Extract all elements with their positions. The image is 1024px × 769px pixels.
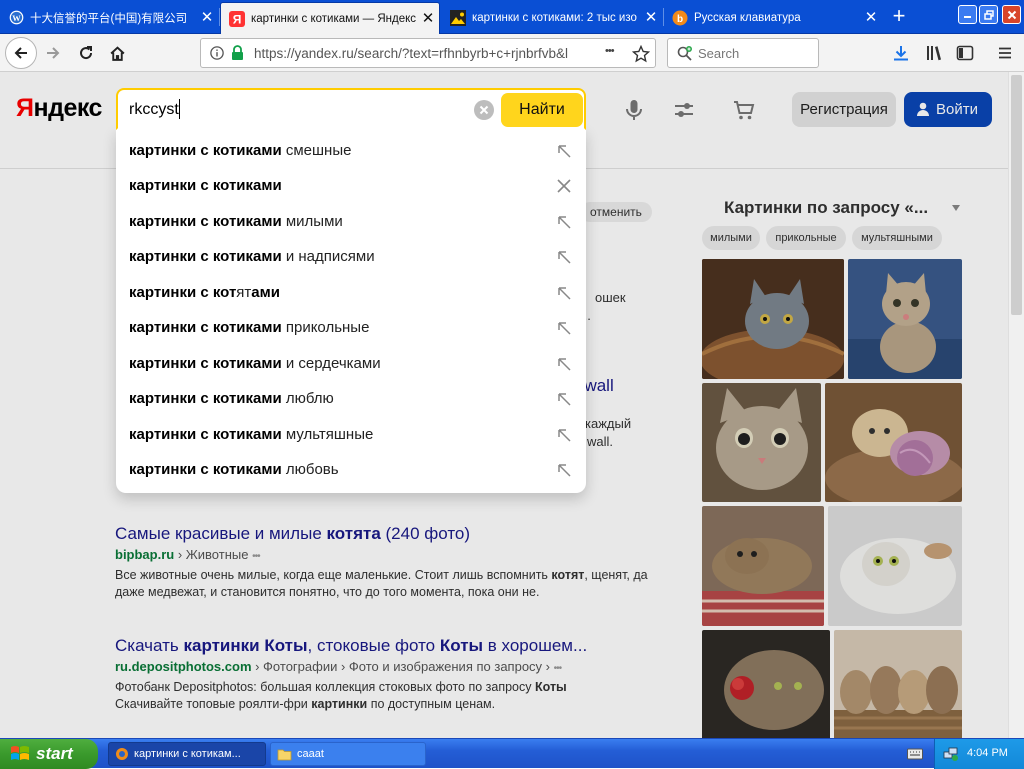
tab-title: 十大信誉的平台(中国)有限公司: [30, 12, 188, 25]
arrow-up-left-icon[interactable]: [556, 285, 572, 301]
start-button[interactable]: start: [0, 739, 98, 769]
home-icon: [109, 45, 125, 61]
tab-title: Русская клавиатура: [694, 11, 801, 24]
taskbar-button-folder[interactable]: caaat: [270, 742, 426, 766]
back-button[interactable]: [5, 37, 37, 69]
close-window-button[interactable]: [1002, 5, 1021, 24]
suggest-item[interactable]: картинки с котиками смешные: [116, 134, 586, 169]
clear-search-icon[interactable]: [474, 100, 494, 120]
arrow-up-left-icon[interactable]: [556, 391, 572, 407]
arrow-up-left-icon[interactable]: [556, 249, 572, 265]
restore-icon: [983, 9, 994, 20]
arrow-up-left-icon[interactable]: [556, 427, 572, 443]
back-arrow-icon: [14, 47, 27, 59]
close-tab-icon[interactable]: ✕: [860, 10, 882, 25]
info-icon[interactable]: [210, 46, 224, 60]
taskbar-button-browser[interactable]: картинки с котикам...: [108, 742, 266, 766]
library-icon[interactable]: [925, 44, 943, 62]
lock-icon[interactable]: [231, 45, 244, 61]
restore-window-button[interactable]: [979, 5, 998, 24]
reload-icon: [80, 46, 93, 60]
search-suggest-dropdown: картинки с котиками смешные картинки с к…: [116, 129, 586, 493]
browser-tab-bar: W 十大信誉的平台(中国)有限公司 ✕ Я картинки с котикам…: [0, 0, 1024, 34]
reload-button[interactable]: [71, 38, 101, 68]
web-page: Яндекс Регистрация Войти отменить ошек .…: [0, 72, 1008, 738]
arrow-up-left-icon[interactable]: [556, 356, 572, 372]
find-button[interactable]: Найти: [501, 93, 583, 127]
search-query-text: rkccyst: [129, 101, 179, 118]
url-text: https://yandex.ru/search/?text=rfhnbyrb+…: [254, 46, 569, 61]
search-input[interactable]: rkccyst Найти: [116, 88, 586, 130]
browser-search-box[interactable]: Search: [667, 38, 819, 68]
suggest-item[interactable]: картинки с котиками и надписями: [116, 240, 586, 275]
tab-yandex-search[interactable]: Я картинки с котиками — Яндекс ✕: [220, 2, 440, 34]
close-tab-icon[interactable]: ✕: [640, 10, 662, 25]
new-tab-button[interactable]: +: [884, 4, 914, 30]
start-label: start: [36, 744, 73, 763]
suggest-item[interactable]: картинки с котиками люблю: [116, 382, 586, 417]
tab-wordpress[interactable]: W 十大信誉的平台(中国)有限公司 ✕: [0, 2, 218, 33]
download-icon[interactable]: [892, 44, 910, 62]
page-actions-icon[interactable]: •••: [605, 45, 615, 57]
arrow-up-left-icon[interactable]: [556, 320, 572, 336]
windows-taskbar: start картинки с котикам... caaat 4:04 P…: [0, 738, 1024, 769]
tab-title: картинки с котиками: 2 тыс изо: [472, 11, 637, 24]
suggest-item[interactable]: картинки с котиками мультяшные: [116, 418, 586, 453]
remove-icon[interactable]: [556, 178, 572, 194]
network-icon[interactable]: [943, 746, 959, 762]
svg-text:Я: Я: [233, 12, 242, 26]
close-tab-icon[interactable]: ✕: [417, 11, 439, 26]
arrow-up-left-icon[interactable]: [556, 462, 572, 478]
search-icon: [677, 46, 692, 61]
suggest-item[interactable]: картинки с котиками любовь: [116, 453, 586, 488]
folder-icon: [277, 749, 292, 760]
system-tray: 4:04 PM: [907, 739, 1024, 769]
search-placeholder: Search: [698, 46, 740, 61]
suggest-item[interactable]: картинки с котиками прикольные: [116, 311, 586, 346]
tab-images[interactable]: картинки с котиками: 2 тыс изо ✕: [442, 2, 662, 33]
minimize-icon: [964, 16, 971, 18]
minimize-window-button[interactable]: [958, 5, 977, 24]
browser-window-icon: [116, 748, 128, 760]
forward-button[interactable]: [38, 38, 68, 68]
page-scrollbar[interactable]: [1008, 72, 1024, 738]
yandex-icon: Я: [229, 10, 245, 27]
tab-title: картинки с котиками — Яндекс: [251, 12, 417, 25]
forward-arrow-icon: [47, 47, 60, 59]
keyboard-icon[interactable]: [907, 747, 923, 761]
wordpress-icon: W: [8, 10, 24, 26]
close-icon: [1007, 10, 1016, 19]
suggest-item[interactable]: картинки с котиками милыми: [116, 205, 586, 240]
menu-icon[interactable]: [996, 44, 1014, 62]
arrow-up-left-icon[interactable]: [556, 214, 572, 230]
close-tab-icon[interactable]: ✕: [196, 10, 218, 25]
windows-logo-icon: [11, 746, 29, 760]
address-bar[interactable]: https://yandex.ru/search/?text=rfhnbyrb+…: [200, 38, 656, 68]
svg-text:b: b: [677, 14, 683, 25]
svg-text:W: W: [12, 13, 21, 23]
suggest-item[interactable]: картинки с котятами: [116, 276, 586, 311]
text-cursor: [179, 99, 180, 119]
tab-russian-keyboard[interactable]: b Русская клавиатура ✕: [664, 2, 882, 33]
image-icon: [450, 9, 466, 26]
scrollbar-thumb[interactable]: [1011, 75, 1022, 315]
suggest-item[interactable]: картинки с котиками: [116, 169, 586, 204]
home-button[interactable]: [102, 38, 132, 68]
clock[interactable]: 4:04 PM: [967, 747, 1008, 759]
keyboard-site-icon: b: [672, 10, 688, 26]
suggest-item[interactable]: картинки с котиками и сердечками: [116, 347, 586, 382]
sidebar-icon[interactable]: [956, 44, 974, 62]
arrow-up-left-icon[interactable]: [556, 143, 572, 159]
bookmark-star-icon[interactable]: [632, 45, 650, 63]
